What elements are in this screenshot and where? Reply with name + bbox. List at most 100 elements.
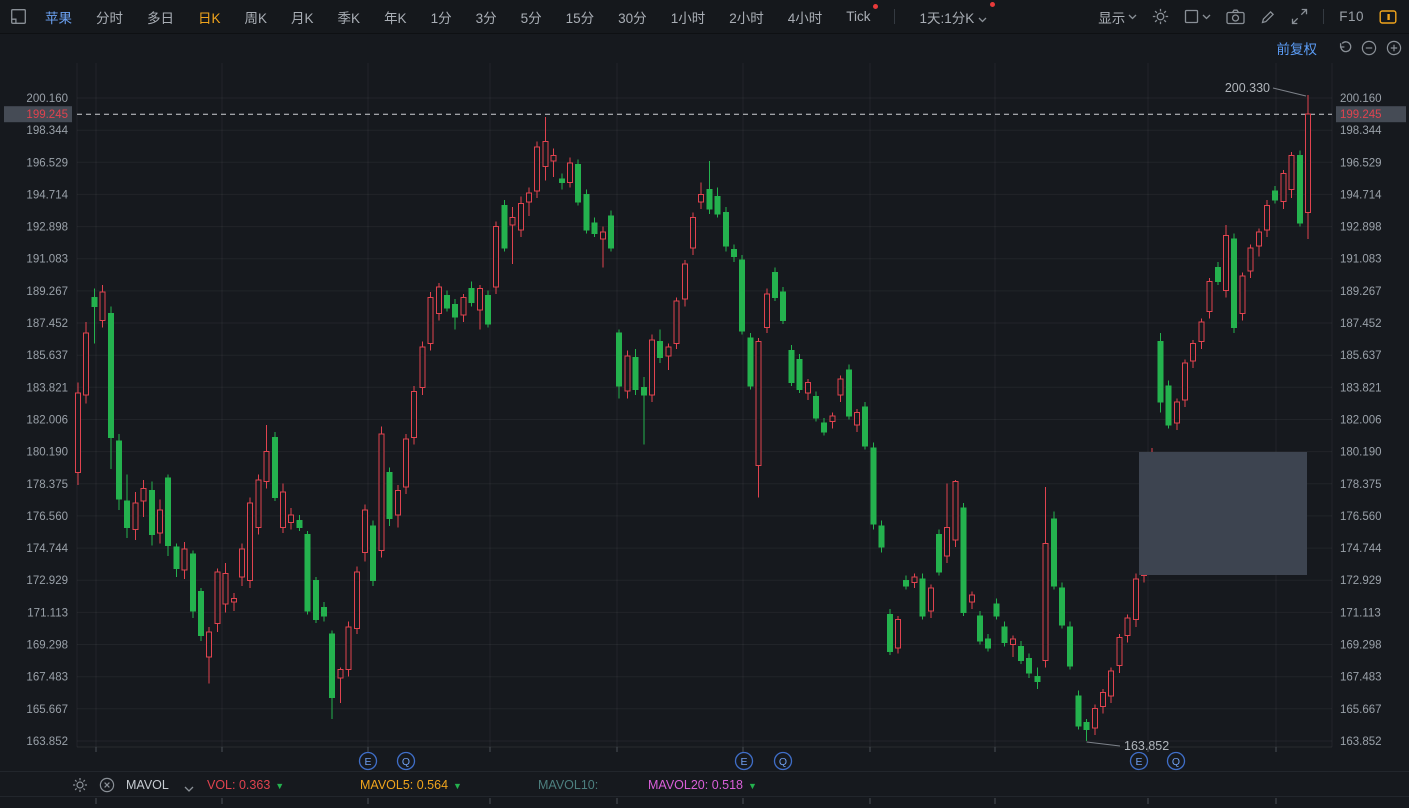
tab-30分[interactable]: 30分 <box>618 7 647 27</box>
zoom-out-icon[interactable] <box>1361 40 1377 56</box>
tab-季K[interactable]: 季K <box>338 7 361 27</box>
svg-text:174.744: 174.744 <box>1340 543 1382 555</box>
close-indicator-icon[interactable] <box>99 777 115 803</box>
svg-text:Q: Q <box>779 756 787 768</box>
low-leader-line <box>1087 742 1120 746</box>
tab-1天:1分K[interactable]: 1天:1分K <box>919 7 987 27</box>
layout-icon <box>1184 9 1199 24</box>
tab-周K[interactable]: 周K <box>245 7 268 27</box>
toolbar-right: 显示 F10 <box>1098 7 1397 27</box>
pencil-icon[interactable] <box>1260 9 1276 25</box>
mavol5-readout[interactable]: MAVOL5: 0.564▼ <box>360 772 462 798</box>
event-marker-e[interactable]: E <box>360 753 377 770</box>
indicator-settings-icon[interactable] <box>72 777 88 803</box>
event-marker-q[interactable]: Q <box>398 753 415 770</box>
svg-text:183.821: 183.821 <box>1340 382 1382 394</box>
current-price-tag-left: 199.245 <box>4 106 72 122</box>
svg-text:194.714: 194.714 <box>26 189 68 201</box>
triangle-down-icon: ▼ <box>748 781 757 791</box>
tab-月K[interactable]: 月K <box>291 7 314 27</box>
svg-text:174.744: 174.744 <box>26 543 68 555</box>
event-marker-e[interactable]: E <box>736 753 753 770</box>
tab-1分[interactable]: 1分 <box>431 7 452 27</box>
mavol20-readout[interactable]: MAVOL20: 0.518▼ <box>648 772 757 798</box>
svg-text:191.083: 191.083 <box>1340 254 1382 266</box>
svg-text:192.898: 192.898 <box>26 222 68 234</box>
tab-苹果[interactable]: 苹果 <box>45 7 72 27</box>
svg-text:185.637: 185.637 <box>26 350 68 362</box>
tab-1小时[interactable]: 1小时 <box>671 7 706 27</box>
zoom-in-icon[interactable] <box>1386 40 1402 56</box>
tab-15分[interactable]: 15分 <box>566 7 595 27</box>
svg-text:185.637: 185.637 <box>1340 350 1382 362</box>
svg-text:198.344: 198.344 <box>1340 125 1382 137</box>
red-dot <box>990 2 995 7</box>
tab-年K[interactable]: 年K <box>384 7 407 27</box>
svg-text:E: E <box>1135 756 1142 768</box>
reset-zoom-icon[interactable] <box>1336 40 1352 56</box>
tab-多日[interactable]: 多日 <box>147 7 174 27</box>
svg-text:189.267: 189.267 <box>1340 286 1382 298</box>
svg-text:187.452: 187.452 <box>1340 318 1382 330</box>
svg-text:180.190: 180.190 <box>1340 447 1382 459</box>
svg-text:167.483: 167.483 <box>26 672 68 684</box>
svg-text:169.298: 169.298 <box>1340 640 1382 652</box>
indicator-chevron-icon[interactable] <box>184 782 194 808</box>
display-dropdown[interactable]: 显示 <box>1098 7 1137 27</box>
svg-text:183.821: 183.821 <box>26 382 68 394</box>
svg-text:169.298: 169.298 <box>26 640 68 652</box>
layout-dropdown[interactable] <box>1184 9 1211 24</box>
indicator-bar: MAVOL VOL: 0.363▼ MAVOL5: 0.564▼ MAVOL10… <box>0 771 1409 797</box>
svg-text:171.113: 171.113 <box>1340 607 1381 619</box>
red-dot <box>873 4 878 9</box>
svg-text:172.929: 172.929 <box>26 575 68 587</box>
top-toolbar: 苹果 分时 多日 日K 周K 月K 季K 年K 1分 3分 5分 15分 30分 1小时 2小时 4小时 Tic… <box>0 0 1409 34</box>
event-marker-q[interactable]: Q <box>775 753 792 770</box>
f10-button[interactable]: F10 <box>1339 9 1364 24</box>
tab-4小时[interactable]: 4小时 <box>788 7 823 27</box>
svg-text:E: E <box>740 756 747 768</box>
svg-text:165.667: 165.667 <box>1340 704 1382 716</box>
adjust-mode-button[interactable]: 前复权 <box>1277 38 1318 58</box>
svg-text:176.560: 176.560 <box>1340 511 1382 523</box>
svg-text:171.113: 171.113 <box>27 607 68 619</box>
svg-text:165.667: 165.667 <box>26 704 68 716</box>
svg-text:194.714: 194.714 <box>1340 189 1382 201</box>
high-leader-line <box>1273 88 1306 96</box>
svg-text:172.929: 172.929 <box>1340 575 1382 587</box>
svg-text:167.483: 167.483 <box>1340 672 1382 684</box>
panel-toggle-icon[interactable] <box>1379 9 1397 25</box>
grid-lines <box>77 63 1332 747</box>
svg-text:196.529: 196.529 <box>26 157 68 169</box>
tab-分时[interactable]: 分时 <box>96 7 123 27</box>
display-label: 显示 <box>1098 7 1125 27</box>
toolbar-tabs: 苹果 分时 多日 日K 周K 月K 季K 年K 1分 3分 5分 15分 30分 1小时 2小时 4小时 Tic… <box>45 7 987 27</box>
chevron-down-icon <box>1128 14 1137 20</box>
vol-readout[interactable]: VOL: 0.363▼ <box>207 772 284 798</box>
mavol10-readout[interactable]: MAVOL10: <box>538 772 598 798</box>
tab-2小时[interactable]: 2小时 <box>729 7 764 27</box>
svg-text:E: E <box>364 756 371 768</box>
chevron-down-icon <box>978 17 987 23</box>
triangle-down-icon: ▼ <box>453 781 462 791</box>
svg-text:192.898: 192.898 <box>1340 222 1382 234</box>
tab-3分[interactable]: 3分 <box>476 7 497 27</box>
tab-5分[interactable]: 5分 <box>521 7 542 27</box>
tab-日K[interactable]: 日K <box>198 7 221 27</box>
chevron-down-icon <box>1202 14 1211 20</box>
event-marker-e[interactable]: E <box>1131 753 1148 770</box>
svg-text:191.083: 191.083 <box>26 254 68 266</box>
svg-text:Q: Q <box>1172 756 1180 768</box>
event-marker-q[interactable]: Q <box>1168 753 1185 770</box>
tab-Tick[interactable]: Tick <box>846 9 870 24</box>
svg-text:176.560: 176.560 <box>26 511 68 523</box>
chart-subheader: 前复权 <box>1277 38 1403 58</box>
window-icon[interactable] <box>10 8 27 25</box>
camera-icon[interactable] <box>1226 9 1245 25</box>
svg-text:178.375: 178.375 <box>26 479 68 491</box>
candlestick-chart[interactable]: 200.330163.852EQEQEQ200.160200.160198.34… <box>0 0 1409 805</box>
fullscreen-icon[interactable] <box>1291 8 1308 25</box>
indicator-name[interactable]: MAVOL <box>126 772 169 798</box>
session-low-label: 163.852 <box>1124 739 1169 753</box>
gear-icon[interactable] <box>1152 8 1169 25</box>
